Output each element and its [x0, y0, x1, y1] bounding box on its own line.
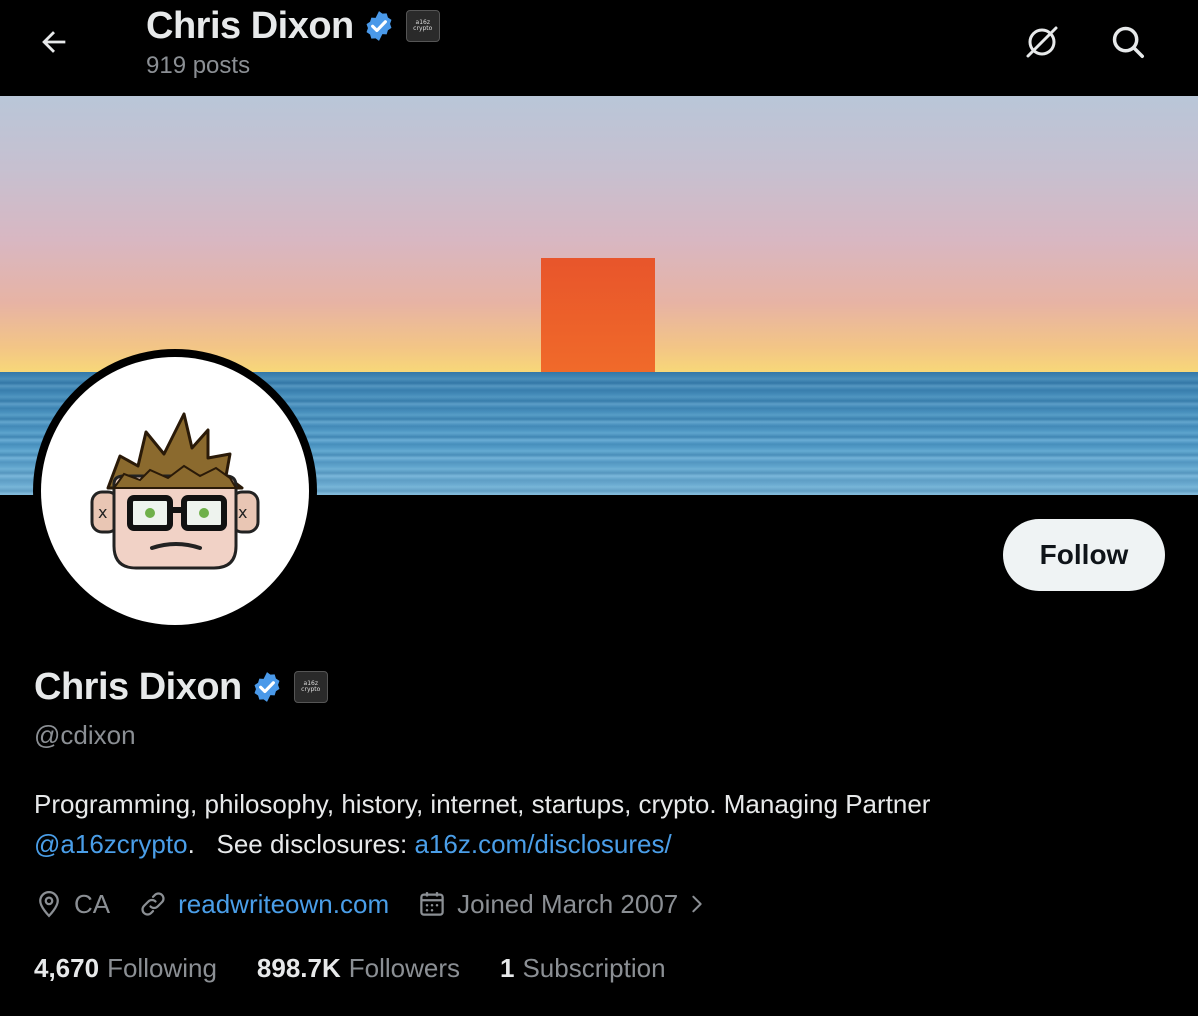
bio-mention-link[interactable]: @a16zcrypto [34, 829, 188, 859]
banner-sun-square [541, 258, 655, 372]
following-label: Following [107, 952, 217, 983]
search-icon [1112, 26, 1144, 58]
svg-text:x: x [238, 503, 247, 522]
bio-disclosure-text: . See disclosures: [187, 829, 415, 859]
profile-bio: Programming, philosophy, history, intern… [34, 784, 1154, 864]
website-link[interactable]: readwriteown.com [178, 889, 389, 920]
following-count: 4,670 [34, 952, 100, 983]
chevron-right-icon [692, 895, 702, 913]
location-pin-icon [39, 890, 59, 918]
location-text: CA [74, 888, 111, 919]
subscriptions-count: 1 [500, 952, 515, 983]
verified-badge-icon[interactable] [250, 670, 284, 704]
verified-badge-icon [362, 9, 396, 43]
follow-button[interactable]: Follow [1003, 519, 1165, 591]
bio-disclosure-link[interactable]: a16z.com/disclosures/ [414, 829, 671, 859]
profile-stats: 4,670 Following 898.7K Followers 1 Subsc… [34, 948, 706, 988]
avatar[interactable]: x x [33, 349, 317, 633]
link-icon [141, 892, 165, 916]
bio-text: Programming, philosophy, history, intern… [34, 789, 931, 819]
website-item[interactable]: readwriteown.com [138, 889, 389, 920]
followers-count: 898.7K [256, 952, 341, 983]
joined-text: Joined March 2007 [457, 888, 679, 919]
location-item: CA [34, 889, 110, 920]
subscriptions-label: Subscription [522, 952, 666, 983]
profile-name-row: Chris Dixon a16z crypto [34, 664, 328, 710]
affiliation-badge-icon[interactable]: a16z crypto [405, 10, 440, 42]
profile-name: Chris Dixon [34, 665, 242, 708]
svg-text:x: x [98, 503, 107, 522]
affiliation-badge-text: a16z crypto [301, 680, 321, 693]
profile-handle: @cdixon [34, 720, 136, 750]
followers-label: Followers [348, 952, 460, 983]
grok-icon [1026, 26, 1058, 58]
post-count: 919 posts [146, 52, 251, 79]
affiliation-badge-text: a16z crypto [413, 19, 433, 32]
back-button[interactable] [28, 20, 80, 64]
calendar-icon [420, 892, 444, 916]
following-stat[interactable]: 4,670 Following [34, 953, 217, 984]
subscriptions-stat[interactable]: 1 Subscription [500, 953, 666, 984]
cartoon-avatar-icon: x x [90, 412, 260, 570]
header-title: Chris Dixon a16z crypto 919 posts [146, 4, 440, 80]
joined-item[interactable]: Joined March 2007 [417, 889, 708, 920]
followers-stat[interactable]: 898.7K Followers [257, 953, 460, 984]
header-name: Chris Dixon [146, 4, 354, 47]
profile-meta: CA readwriteown.com Joined March 2007 [34, 884, 736, 924]
affiliation-badge-icon[interactable]: a16z crypto [293, 671, 328, 703]
back-arrow-icon [42, 31, 66, 53]
search-button[interactable] [1104, 18, 1152, 66]
profile-header-bar: Chris Dixon a16z crypto 919 posts [0, 0, 1198, 96]
grok-button[interactable] [1018, 18, 1066, 66]
